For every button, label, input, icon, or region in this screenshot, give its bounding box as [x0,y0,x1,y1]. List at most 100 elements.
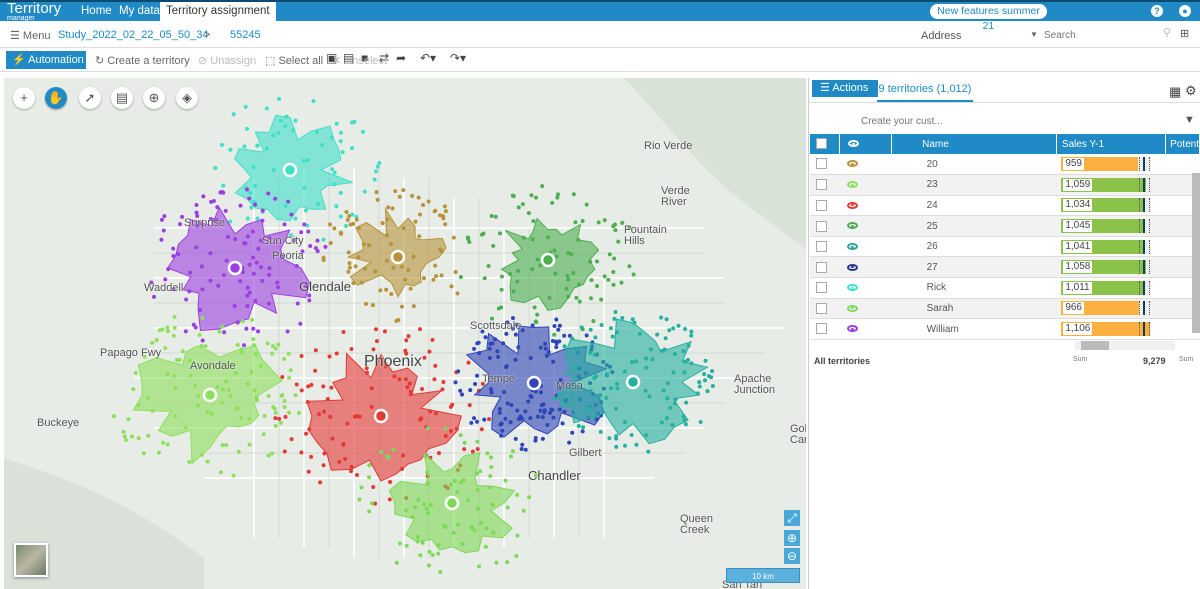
customer-point[interactable] [514,554,519,559]
customer-point[interactable] [511,289,516,294]
customer-point[interactable] [486,264,491,269]
customer-point[interactable] [630,317,635,322]
customer-point[interactable] [697,380,702,385]
customer-point[interactable] [321,384,326,389]
customer-point[interactable] [504,331,509,336]
customer-point[interactable] [199,452,204,457]
customer-point[interactable] [493,214,498,219]
customer-point[interactable] [472,416,477,421]
create-territory-button[interactable]: ↻ Create a territory [95,54,190,67]
customer-point[interactable] [161,440,166,445]
customer-point[interactable] [299,388,304,393]
customer-point[interactable] [322,451,327,456]
customer-point[interactable] [245,126,250,131]
study-breadcrumb[interactable]: Study_2022_02_22_05_50_34 [58,29,208,41]
customer-point[interactable] [500,428,505,433]
customer-point[interactable] [450,402,455,407]
customer-point[interactable] [316,202,321,207]
customer-point[interactable] [220,443,225,448]
customer-point[interactable] [213,166,218,171]
customer-point[interactable] [282,356,287,361]
customer-point[interactable] [273,196,278,201]
customer-point[interactable] [580,429,585,434]
visibility-eye-icon[interactable] [847,304,859,312]
customer-point[interactable] [236,449,241,454]
customer-point[interactable] [251,326,256,331]
customer-point[interactable] [581,425,586,430]
customer-point[interactable] [520,202,525,207]
customer-point[interactable] [553,271,558,276]
customer-point[interactable] [348,222,353,227]
customer-point[interactable] [552,396,557,401]
customer-point[interactable] [580,218,585,223]
customer-point[interactable] [187,289,192,294]
customer-point[interactable] [551,359,556,364]
customer-point[interactable] [334,351,339,356]
customer-point[interactable] [245,234,250,239]
customer-point[interactable] [296,410,301,415]
territory-center-marker[interactable] [625,374,641,390]
visibility-eye-icon[interactable] [847,181,859,189]
customer-point[interactable] [397,377,402,382]
customer-point[interactable] [591,318,596,323]
customer-point[interactable] [391,447,396,452]
customer-point[interactable] [550,200,555,205]
customer-point[interactable] [516,416,521,421]
customer-point[interactable] [136,403,141,408]
customer-point[interactable] [403,377,408,382]
customer-point[interactable] [273,424,278,429]
customer-point[interactable] [594,374,599,379]
customer-point[interactable] [282,398,287,403]
customer-point[interactable] [356,225,361,230]
customer-point[interactable] [438,569,443,574]
customer-point[interactable] [418,212,423,217]
customer-point[interactable] [614,406,619,411]
customer-point[interactable] [242,343,247,348]
customer-point[interactable] [387,497,392,502]
customer-point[interactable] [668,405,673,410]
customer-point[interactable] [367,475,372,480]
customer-point[interactable] [436,543,441,548]
customer-point[interactable] [403,277,408,282]
customer-point[interactable] [362,266,367,271]
row-checkbox[interactable] [816,158,827,170]
customer-point[interactable] [370,303,375,308]
customer-point[interactable] [411,304,416,309]
customer-point[interactable] [489,390,494,395]
customer-point[interactable] [328,414,333,419]
customer-point[interactable] [565,273,570,278]
customer-point[interactable] [280,374,285,379]
customer-point[interactable] [576,282,581,287]
customer-point[interactable] [334,121,339,126]
customer-point[interactable] [218,470,223,475]
customer-point[interactable] [397,194,402,199]
customer-point[interactable] [417,234,422,239]
customer-point[interactable] [671,370,676,375]
customer-point[interactable] [631,272,636,277]
customer-point[interactable] [345,421,350,426]
customer-point[interactable] [234,406,239,411]
customer-point[interactable] [247,196,252,201]
customer-point[interactable] [251,343,256,348]
customer-point[interactable] [460,542,465,547]
customer-point[interactable] [171,253,176,258]
customer-point[interactable] [448,429,453,434]
customer-point[interactable] [187,459,192,464]
customer-point[interactable] [252,388,257,393]
customer-point[interactable] [588,259,593,264]
customer-point[interactable] [655,332,660,337]
customer-point[interactable] [384,233,389,238]
customer-point[interactable] [533,195,538,200]
customer-point[interactable] [538,408,543,413]
customer-point[interactable] [660,348,665,353]
customer-point[interactable] [275,280,280,285]
customer-point[interactable] [224,443,229,448]
customer-point[interactable] [375,197,380,202]
customer-point[interactable] [233,237,238,242]
customer-point[interactable] [663,336,668,341]
customer-point[interactable] [613,310,618,315]
customer-point[interactable] [456,522,461,527]
customer-point[interactable] [277,96,282,101]
customer-point[interactable] [384,258,389,263]
customer-point[interactable] [606,277,611,282]
